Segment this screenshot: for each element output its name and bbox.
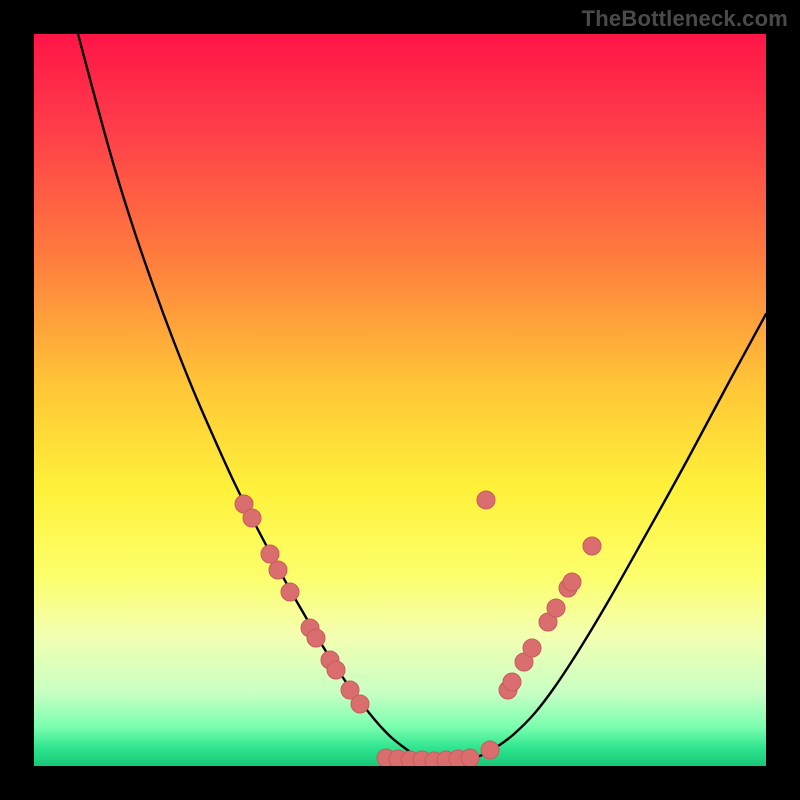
marker-dot	[351, 695, 369, 713]
marker-dot	[563, 573, 581, 591]
marker-dot	[461, 749, 479, 766]
watermark-text: TheBottleneck.com	[582, 6, 788, 32]
marker-dot	[477, 491, 495, 509]
chart-svg	[34, 34, 766, 766]
chart-frame: TheBottleneck.com	[0, 0, 800, 800]
marker-dot	[481, 741, 499, 759]
marker-dot	[243, 509, 261, 527]
marker-dot	[523, 639, 541, 657]
gradient-background	[34, 34, 766, 766]
marker-dot	[281, 583, 299, 601]
marker-dot	[547, 599, 565, 617]
marker-dot	[261, 545, 279, 563]
marker-dot	[327, 661, 345, 679]
marker-dot	[307, 629, 325, 647]
marker-dot	[503, 673, 521, 691]
plot-area	[34, 34, 766, 766]
marker-dot	[583, 537, 601, 555]
marker-dot	[269, 561, 287, 579]
